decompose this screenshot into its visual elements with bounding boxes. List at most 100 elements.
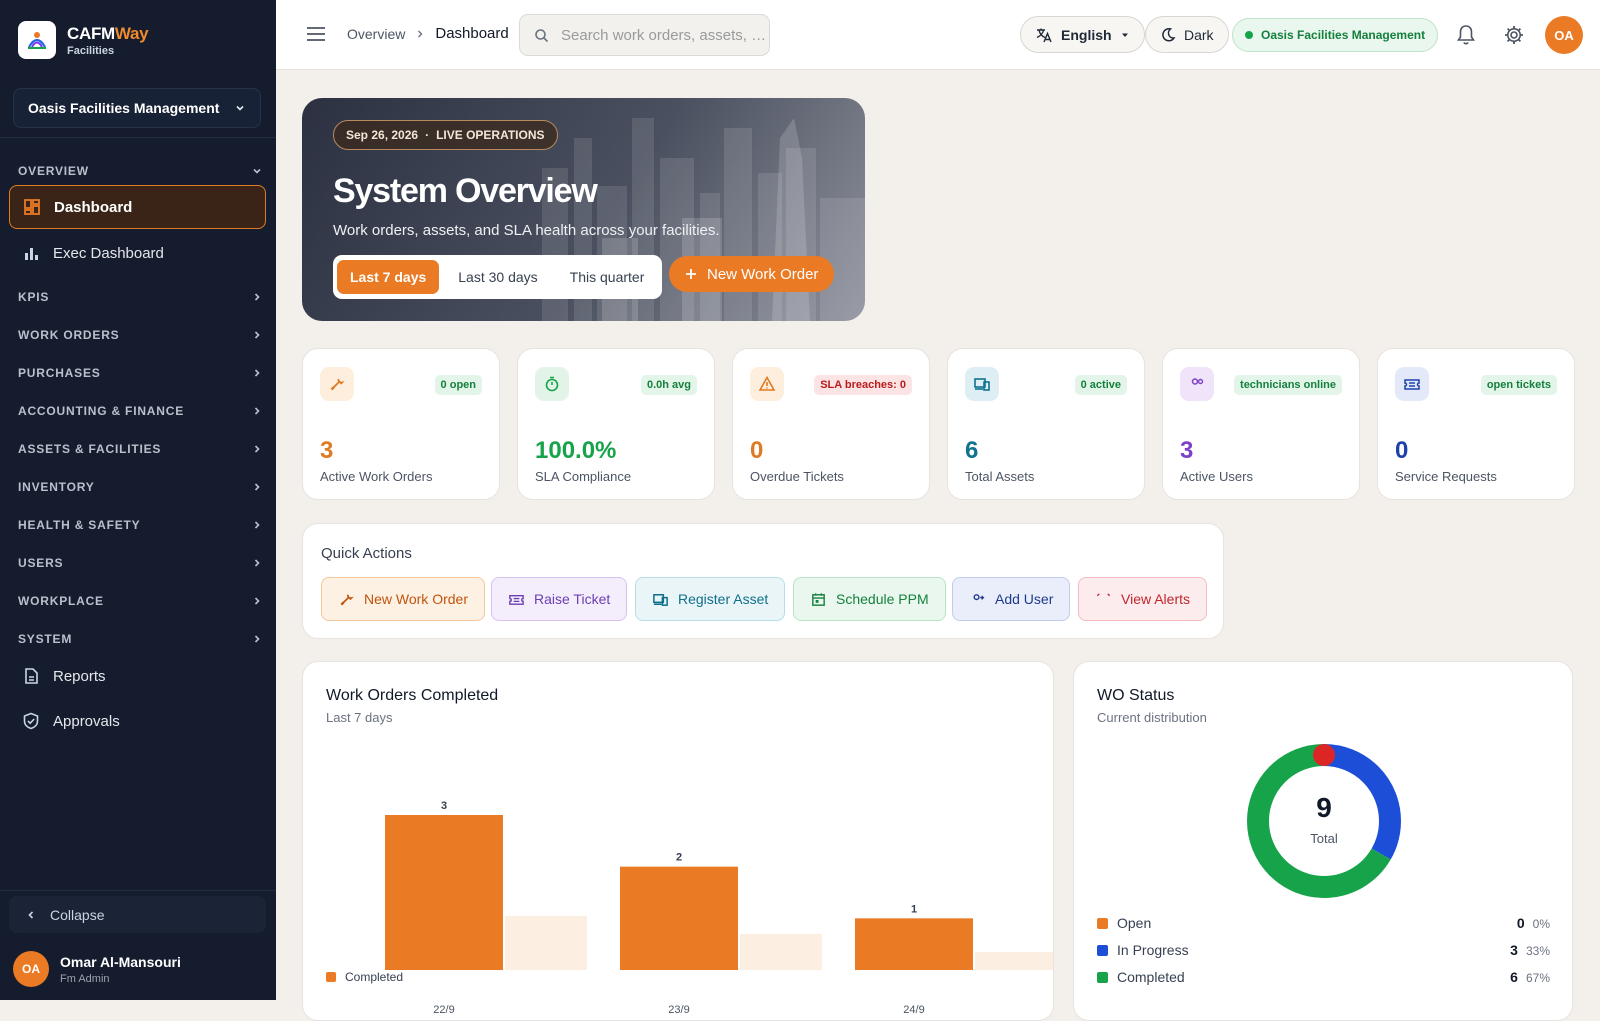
section-inventory[interactable]: INVENTORY (18, 480, 263, 494)
sidebar: CAFMWay Facilities Oasis Facilities Mana… (0, 0, 276, 1000)
breadcrumb-current: Dashboard (435, 25, 509, 42)
kpi-card-overdue-tickets[interactable]: SLA breaches: 0 0 Overdue Tickets (732, 348, 930, 500)
avatar[interactable]: OA (1545, 16, 1583, 54)
org-selector[interactable]: Oasis Facilities Management (13, 88, 261, 128)
plus-icon (686, 269, 696, 279)
collapse-button[interactable]: Collapse (9, 896, 266, 933)
kpi-label: Active Users (1180, 469, 1253, 484)
add-user-button[interactable]: Add User (952, 577, 1071, 621)
bar-value-label: 3 (441, 800, 447, 812)
section-health-safety[interactable]: HEALTH & SAFETY (18, 518, 263, 532)
status-legend-value: 0 0% (1516, 915, 1550, 931)
bar-value-label: 2 (676, 852, 682, 864)
hero-banner: Sep 26, 2026 · LIVE OPERATIONS System Over… (302, 98, 865, 321)
kpi-label: Total Assets (965, 469, 1035, 484)
kpi-card-sla-compliance[interactable]: 0.0h avg 100.0% SLA Compliance (517, 348, 715, 500)
language-selector[interactable]: English (1020, 16, 1145, 53)
status-legend-item: Completed (1097, 969, 1185, 985)
chevron-right-icon (254, 445, 260, 453)
chart-legend: Completed (326, 970, 403, 984)
kpi-card-active-users[interactable]: technicians online 3 Active Users (1162, 348, 1360, 500)
legend-swatch (326, 972, 336, 982)
divider (0, 137, 276, 138)
kpi-badge: 0 open (434, 375, 482, 395)
caret-down-icon (1121, 33, 1128, 37)
ticket-icon (1395, 367, 1429, 401)
bell-icon[interactable] (1456, 24, 1476, 51)
theme-toggle[interactable]: Dark (1145, 16, 1229, 53)
gear-icon[interactable] (1503, 24, 1525, 51)
new-work-order-button[interactable]: New Work Order (321, 577, 485, 621)
kpi-card-active-work-orders[interactable]: 0 open 3 Active Work Orders (302, 348, 500, 500)
status-total: 9 (1316, 792, 1332, 823)
bar-chart-icon (25, 248, 38, 260)
section-users[interactable]: USERS (18, 556, 263, 570)
hero-subtitle: Work orders, assets, and SLA health acro… (333, 222, 720, 239)
alarm-icon (1096, 592, 1111, 596)
ticket-icon (509, 594, 524, 605)
kpi-value: 0 (750, 437, 764, 464)
sidebar-item-reports[interactable]: Reports (9, 654, 266, 698)
bar-24/9[interactable] (855, 918, 973, 970)
sidebar-item-exec-dashboard[interactable]: Exec Dashboard (9, 231, 266, 275)
add-user-icon (973, 593, 985, 600)
legend-swatch (1097, 917, 1108, 929)
range-option-7d[interactable]: Last 7 days (337, 260, 440, 294)
schedule-ppm-button[interactable]: Schedule PPM (793, 577, 946, 621)
section-assets-facilities[interactable]: ASSETS & FACILITIES (18, 442, 263, 456)
section-overview[interactable]: OVERVIEW (18, 164, 263, 178)
sidebar-item-approvals[interactable]: Approvals (9, 699, 266, 743)
bar-23/9[interactable] (620, 866, 738, 970)
users-icon (1180, 367, 1214, 401)
moon-icon (1162, 27, 1176, 42)
raise-ticket-button[interactable]: Raise Ticket (491, 577, 628, 621)
work-orders-chart-card: Work Orders Completed Last 7 days 3 22/9 2… (302, 661, 1054, 1021)
brand[interactable]: CAFMWay Facilities (18, 21, 149, 59)
section-work-orders[interactable]: WORK ORDERS (18, 328, 263, 342)
section-accounting-finance[interactable]: ACCOUNTING & FINANCE (18, 404, 263, 418)
wrench-icon (340, 594, 354, 605)
kpi-badge: 0.0h avg (640, 375, 697, 395)
section-workplace[interactable]: WORKPLACE (18, 594, 263, 608)
quick-actions-title: Quick Actions (321, 545, 412, 562)
kpi-value: 3 (320, 437, 334, 464)
menu-icon[interactable] (306, 25, 326, 48)
breadcrumb-parent[interactable]: Overview (347, 26, 405, 42)
calendar-icon (812, 592, 825, 606)
user-profile[interactable]: OA Omar Al-Mansouri Fm Admin (13, 951, 181, 987)
chevron-right-icon (418, 30, 423, 37)
status-legend-item: Open (1097, 915, 1151, 931)
bar-22/9[interactable] (385, 815, 503, 970)
section-purchases[interactable]: PURCHASES (18, 366, 263, 380)
kpi-value: 100.0% (535, 437, 617, 464)
brand-name: CAFMWay (67, 23, 149, 43)
wrench-icon (320, 367, 354, 401)
chevron-right-icon (254, 369, 260, 377)
status-total-label: Total (1310, 831, 1338, 846)
status-subtitle: Current distribution (1097, 710, 1207, 725)
new-work-order-button[interactable]: New Work Order (669, 256, 835, 292)
timer-icon (535, 367, 569, 401)
kpi-value: 0 (1395, 437, 1409, 464)
legend-swatch (1097, 971, 1108, 983)
warning-icon (750, 367, 784, 401)
section-kpis[interactable]: KPIS (18, 290, 263, 304)
range-option-30d[interactable]: Last 30 days (445, 260, 550, 294)
sidebar-item-dashboard[interactable]: Dashboard (9, 185, 266, 229)
brand-subtitle: Facilities (67, 44, 115, 57)
devices-icon (653, 593, 668, 606)
section-system[interactable]: SYSTEM (18, 632, 263, 646)
kpi-card-service-requests[interactable]: open tickets 0 Service Requests (1377, 348, 1575, 500)
chevron-right-icon (254, 635, 260, 643)
search-icon (535, 28, 549, 42)
divider (0, 890, 276, 891)
kpi-badge: 0 active (1074, 375, 1127, 395)
status-title: WO Status (1097, 687, 1175, 704)
range-option-quarter[interactable]: This quarter (557, 260, 658, 294)
quick-actions-panel: Quick Actions New Work Order Raise Ticket… (302, 523, 1224, 639)
view-alerts-button[interactable]: View Alerts (1078, 577, 1207, 621)
kpi-card-total-assets[interactable]: 0 active 6 Total Assets (947, 348, 1145, 500)
search-input[interactable]: Search work orders, assets, … (519, 14, 770, 56)
bar-shadow (740, 934, 822, 970)
register-asset-button[interactable]: Register Asset (635, 577, 786, 621)
